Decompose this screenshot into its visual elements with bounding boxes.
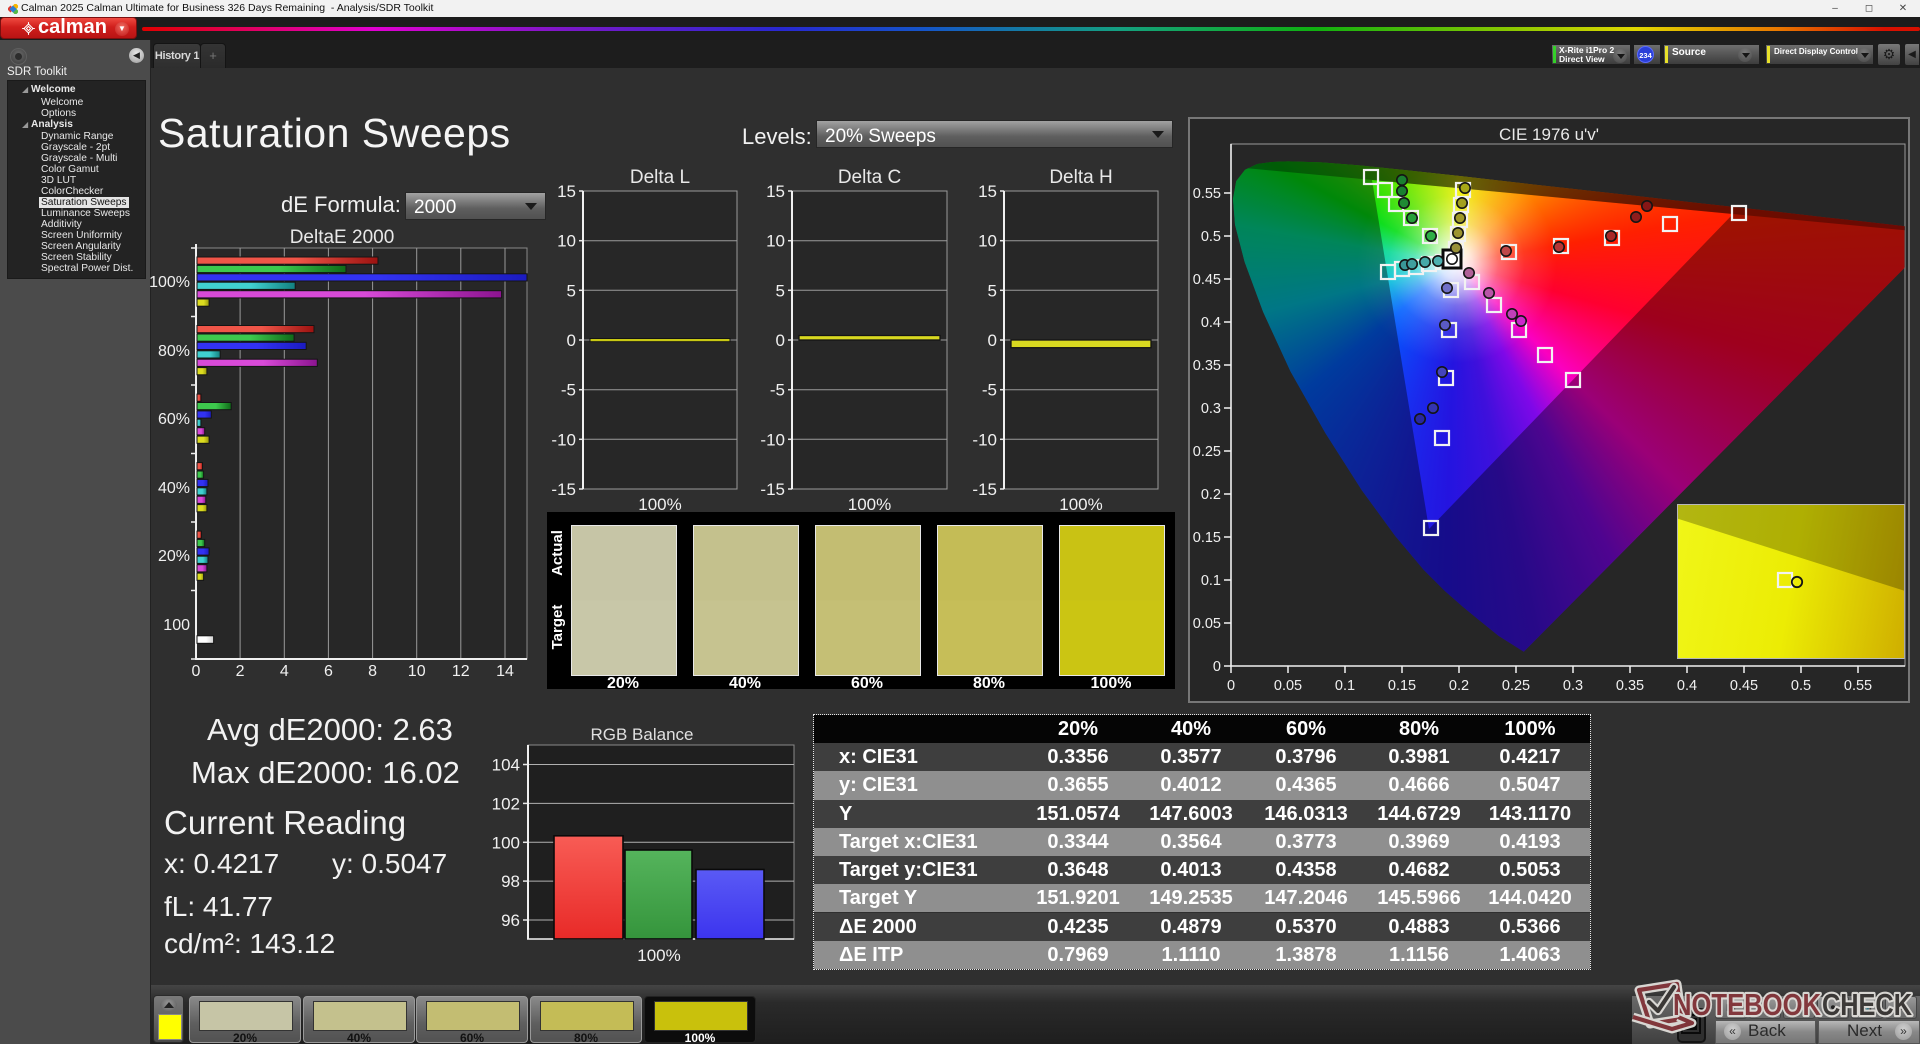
svg-text:5: 5 — [776, 281, 785, 300]
svg-text:8: 8 — [368, 663, 377, 680]
svg-text:0.3: 0.3 — [1563, 678, 1583, 694]
svg-text:96: 96 — [501, 911, 520, 930]
svg-text:Delta L: Delta L — [630, 167, 690, 188]
svg-text:0.4: 0.4 — [1677, 678, 1697, 694]
svg-text:10: 10 — [766, 232, 785, 251]
svg-text:100: 100 — [492, 833, 520, 852]
svg-text:0.3: 0.3 — [1201, 401, 1221, 417]
svg-text:2: 2 — [236, 663, 245, 680]
svg-text:104: 104 — [492, 756, 520, 775]
svg-text:-5: -5 — [561, 381, 576, 400]
svg-text:100%: 100% — [150, 274, 190, 291]
svg-text:0: 0 — [776, 331, 785, 350]
svg-text:15: 15 — [557, 182, 576, 201]
svg-text:10: 10 — [978, 232, 997, 251]
svg-text:60%: 60% — [158, 411, 190, 428]
svg-text:0.05: 0.05 — [1274, 678, 1302, 694]
svg-text:0.2: 0.2 — [1449, 678, 1469, 694]
svg-text:4: 4 — [280, 663, 289, 680]
svg-text:0: 0 — [1213, 659, 1221, 675]
svg-text:0.55: 0.55 — [1193, 186, 1221, 202]
svg-text:0.45: 0.45 — [1730, 678, 1758, 694]
svg-text:0.05: 0.05 — [1193, 616, 1221, 632]
svg-text:80%: 80% — [158, 343, 190, 360]
svg-text:0.4: 0.4 — [1201, 315, 1221, 331]
svg-text:0.25: 0.25 — [1502, 678, 1530, 694]
svg-text:100%: 100% — [637, 946, 680, 965]
svg-text:0: 0 — [988, 331, 997, 350]
svg-text:-10: -10 — [551, 430, 576, 449]
svg-text:98: 98 — [501, 872, 520, 891]
svg-text:0.25: 0.25 — [1193, 444, 1221, 460]
svg-text:0.35: 0.35 — [1193, 358, 1221, 374]
svg-text:15: 15 — [766, 182, 785, 201]
svg-text:CHECK: CHECK — [1822, 987, 1912, 1022]
svg-text:0.2: 0.2 — [1201, 487, 1221, 503]
svg-text:-5: -5 — [982, 381, 997, 400]
svg-text:6: 6 — [324, 663, 333, 680]
svg-text:40%: 40% — [158, 480, 190, 497]
svg-text:RGB Balance: RGB Balance — [591, 725, 694, 744]
svg-text:Delta C: Delta C — [838, 167, 901, 188]
svg-text:-10: -10 — [972, 430, 997, 449]
svg-text:12: 12 — [452, 663, 470, 680]
svg-text:14: 14 — [496, 663, 514, 680]
svg-text:5: 5 — [567, 281, 576, 300]
svg-text:0.1: 0.1 — [1201, 573, 1221, 589]
svg-text:-15: -15 — [760, 480, 785, 499]
svg-text:Delta H: Delta H — [1049, 167, 1112, 188]
svg-text:-10: -10 — [760, 430, 785, 449]
svg-text:0.35: 0.35 — [1616, 678, 1644, 694]
svg-text:NOTEBOOK: NOTEBOOK — [1673, 987, 1821, 1022]
svg-text:DeltaE 2000: DeltaE 2000 — [290, 227, 395, 248]
svg-text:0: 0 — [567, 331, 576, 350]
svg-text:0.15: 0.15 — [1388, 678, 1416, 694]
svg-text:0.5: 0.5 — [1201, 229, 1221, 245]
svg-text:0.1: 0.1 — [1335, 678, 1355, 694]
svg-text:0.45: 0.45 — [1193, 272, 1221, 288]
svg-text:10: 10 — [408, 663, 426, 680]
svg-text:102: 102 — [492, 794, 520, 813]
svg-text:0.5: 0.5 — [1791, 678, 1811, 694]
svg-text:-15: -15 — [551, 480, 576, 499]
svg-text:15: 15 — [978, 182, 997, 201]
svg-text:-5: -5 — [770, 381, 785, 400]
svg-text:0.55: 0.55 — [1844, 678, 1872, 694]
svg-text:0: 0 — [1227, 678, 1235, 694]
svg-text:-15: -15 — [972, 480, 997, 499]
svg-text:5: 5 — [988, 281, 997, 300]
svg-text:0: 0 — [192, 663, 201, 680]
svg-text:10: 10 — [557, 232, 576, 251]
svg-text:100: 100 — [163, 617, 190, 634]
svg-text:0.15: 0.15 — [1193, 530, 1221, 546]
svg-text:20%: 20% — [158, 548, 190, 565]
